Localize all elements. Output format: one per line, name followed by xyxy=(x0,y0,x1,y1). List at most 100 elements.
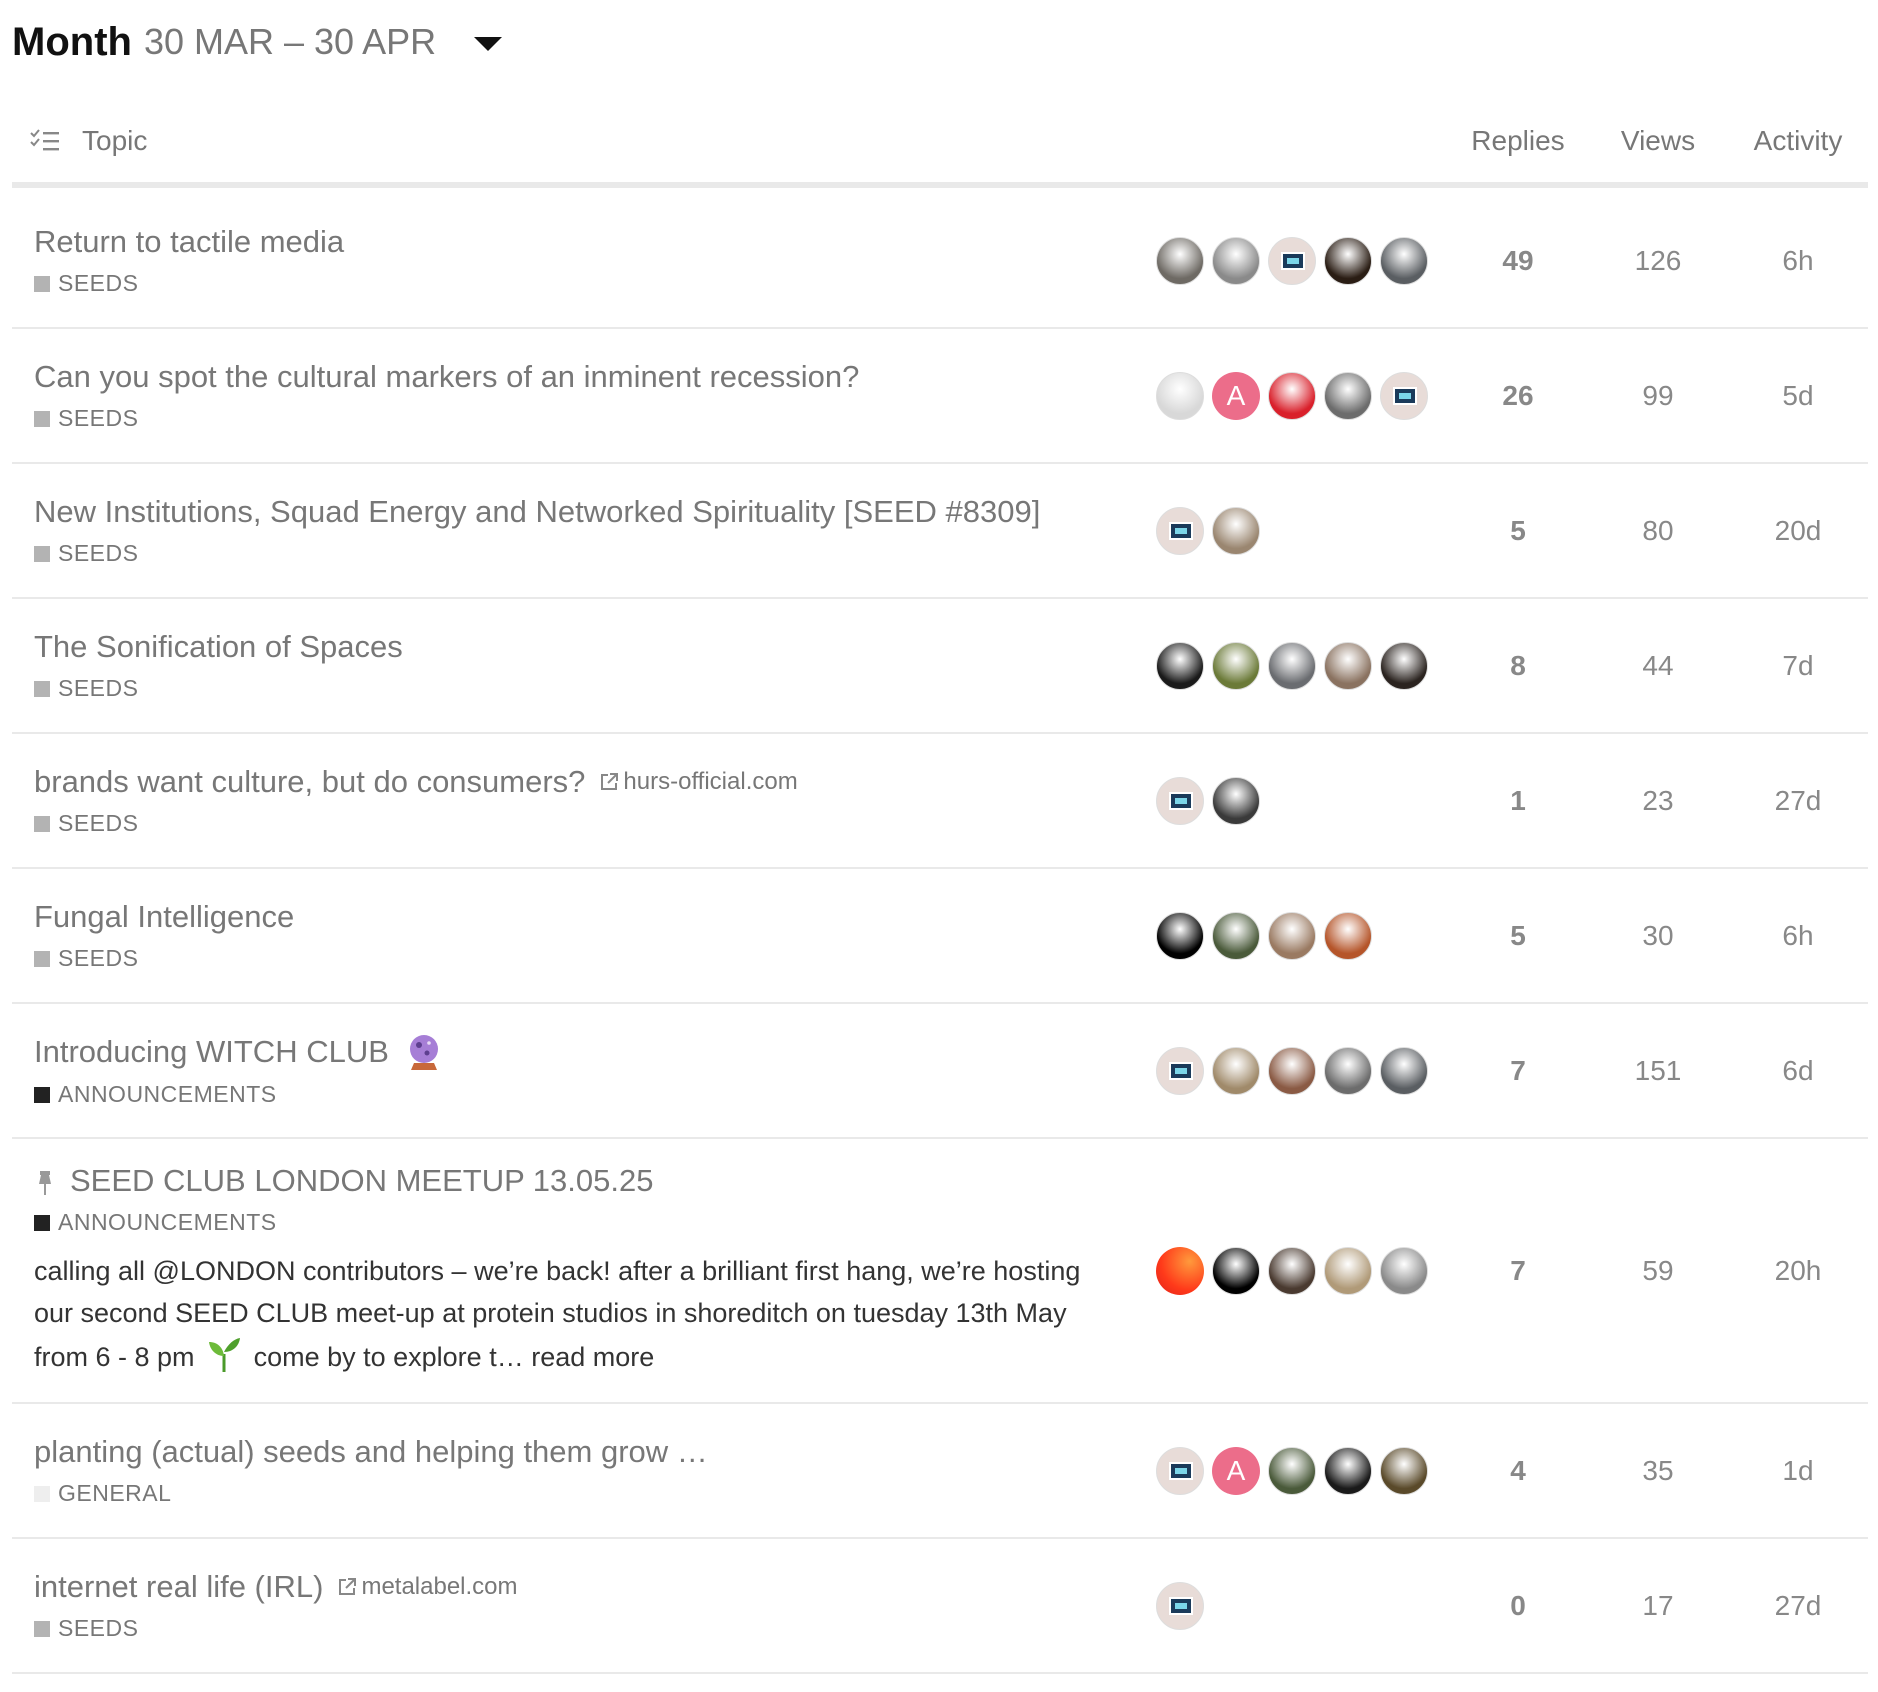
topic-list-page: Month 30 MAR – 30 APR Topic Replies View… xyxy=(0,0,1878,1692)
avatar[interactable] xyxy=(1156,371,1204,420)
topic-title-link[interactable]: SEED CLUB LONDON MEETUP 13.05.25 xyxy=(70,1163,653,1199)
topic-main: The Sonification of Spaces SEEDS xyxy=(12,629,1148,702)
category-name: SEEDS xyxy=(58,675,139,701)
replies-column-header[interactable]: Replies xyxy=(1448,125,1588,157)
avatar[interactable] xyxy=(1212,641,1260,690)
avatar[interactable] xyxy=(1156,1046,1204,1095)
topic-title-link[interactable]: internet real life (IRL) xyxy=(34,1569,323,1605)
topic-title-link[interactable]: Can you spot the cultural markers of an … xyxy=(34,359,859,395)
avatar[interactable] xyxy=(1324,641,1372,690)
topic-title-link[interactable]: Return to tactile media xyxy=(34,224,344,260)
bulk-select-icon[interactable] xyxy=(30,129,62,153)
topic-main: planting (actual) seeds and helping them… xyxy=(12,1434,1148,1507)
avatar[interactable] xyxy=(1324,911,1372,960)
avatar[interactable] xyxy=(1156,236,1204,285)
avatar[interactable] xyxy=(1156,1446,1204,1495)
avatar[interactable] xyxy=(1212,236,1260,285)
avatar[interactable] xyxy=(1156,1246,1204,1295)
avatar[interactable] xyxy=(1324,236,1372,285)
avatar[interactable] xyxy=(1324,1446,1372,1495)
views-count: 44 xyxy=(1642,649,1674,681)
topic-title-link[interactable]: brands want culture, but do consumers? xyxy=(34,764,585,800)
avatar[interactable] xyxy=(1156,1581,1204,1630)
avatar[interactable] xyxy=(1380,1246,1428,1295)
avatar[interactable] xyxy=(1212,1246,1260,1295)
topic-row[interactable]: Can you spot the cultural markers of an … xyxy=(12,329,1868,464)
external-link[interactable]: metalabel.com xyxy=(337,1573,518,1601)
topic-row[interactable]: SEED CLUB LONDON MEETUP 13.05.25 ANNOUNCE… xyxy=(12,1139,1868,1404)
activity-age[interactable]: 20d xyxy=(1728,515,1868,547)
external-link[interactable]: hurs-official.com xyxy=(599,768,798,796)
topic-title-link[interactable]: planting (actual) seeds and helping them… xyxy=(34,1434,708,1470)
category-badge[interactable]: ANNOUNCEMENTS xyxy=(34,1081,1148,1108)
avatar[interactable] xyxy=(1380,641,1428,690)
topic-row[interactable]: The Sonification of Spaces SEEDS 8 44 7d xyxy=(12,599,1868,734)
avatar[interactable] xyxy=(1380,1046,1428,1095)
topic-row[interactable]: Fungal Intelligence SEEDS 5 30 6h xyxy=(12,869,1868,1004)
topic-row[interactable]: Introducing WITCH CLUB ANNOUNCEMENTS 7 151 6… xyxy=(12,1004,1868,1139)
avatar[interactable] xyxy=(1380,1446,1428,1495)
avatar[interactable] xyxy=(1324,1246,1372,1295)
topic-column-header[interactable]: Topic xyxy=(12,125,1448,157)
topic-title-link[interactable]: Fungal Intelligence xyxy=(34,899,294,935)
activity-age[interactable]: 6h xyxy=(1728,245,1868,277)
avatar[interactable] xyxy=(1156,506,1204,555)
avatar[interactable] xyxy=(1324,1046,1372,1095)
topic-title-link[interactable]: Introducing WITCH CLUB xyxy=(34,1034,389,1070)
avatar[interactable]: A xyxy=(1212,1446,1260,1495)
topic-main: internet real life (IRL) metalabel.com SEE… xyxy=(12,1569,1148,1642)
topic-title-link[interactable]: New Institutions, Squad Energy and Netwo… xyxy=(34,494,1040,530)
topic-row[interactable]: planting (actual) seeds and helping them… xyxy=(12,1404,1868,1539)
avatar[interactable] xyxy=(1268,641,1316,690)
avatar[interactable] xyxy=(1268,236,1316,285)
activity-column-header[interactable]: Activity xyxy=(1728,125,1868,157)
period-selector[interactable]: Month 30 MAR – 30 APR xyxy=(12,12,503,72)
category-badge[interactable]: SEEDS xyxy=(34,675,1148,702)
topic-title-line: New Institutions, Squad Energy and Netwo… xyxy=(34,494,1148,530)
caret-down-icon[interactable] xyxy=(474,37,503,51)
avatar[interactable] xyxy=(1156,641,1204,690)
avatar[interactable] xyxy=(1268,911,1316,960)
avatar[interactable] xyxy=(1380,236,1428,285)
activity-age[interactable]: 27d xyxy=(1728,1590,1868,1622)
topic-main: Introducing WITCH CLUB ANNOUNCEMENTS xyxy=(12,1033,1148,1108)
avatar[interactable] xyxy=(1212,1046,1260,1095)
views-column-header[interactable]: Views xyxy=(1588,125,1728,157)
avatar[interactable]: A xyxy=(1212,371,1260,420)
topic-row[interactable]: Return to tactile media SEEDS 49 126 6h xyxy=(12,194,1868,329)
topic-title-line: Return to tactile media xyxy=(34,224,1148,260)
views-count: 99 xyxy=(1642,379,1674,411)
avatar[interactable] xyxy=(1212,911,1260,960)
activity-age[interactable]: 20h xyxy=(1728,1255,1868,1287)
category-badge[interactable]: SEEDS xyxy=(34,405,1148,432)
topic-title-link[interactable]: The Sonification of Spaces xyxy=(34,629,403,665)
topic-row[interactable]: brands want culture, but do consumers? hu… xyxy=(12,734,1868,869)
activity-age[interactable]: 6h xyxy=(1728,920,1868,952)
topic-title-line: Introducing WITCH CLUB xyxy=(34,1033,1148,1071)
avatar[interactable] xyxy=(1268,1046,1316,1095)
topic-row[interactable]: internet real life (IRL) metalabel.com SEE… xyxy=(12,1539,1868,1674)
read-more-link[interactable]: read more xyxy=(531,1342,654,1372)
avatar[interactable] xyxy=(1268,1246,1316,1295)
activity-age[interactable]: 7d xyxy=(1728,650,1868,682)
avatar[interactable] xyxy=(1380,371,1428,420)
activity-age[interactable]: 5d xyxy=(1728,380,1868,412)
avatar[interactable] xyxy=(1156,911,1204,960)
avatar[interactable] xyxy=(1156,776,1204,825)
avatar[interactable] xyxy=(1324,371,1372,420)
activity-age[interactable]: 6d xyxy=(1728,1055,1868,1087)
topic-row[interactable]: New Institutions, Squad Energy and Netwo… xyxy=(12,464,1868,599)
category-badge[interactable]: SEEDS xyxy=(34,810,1148,837)
avatar[interactable] xyxy=(1212,776,1260,825)
category-badge[interactable]: SEEDS xyxy=(34,540,1148,567)
category-badge[interactable]: SEEDS xyxy=(34,1615,1148,1642)
category-badge[interactable]: SEEDS xyxy=(34,270,1148,297)
category-badge[interactable]: ANNOUNCEMENTS xyxy=(34,1209,1148,1236)
avatar[interactable] xyxy=(1268,1446,1316,1495)
category-badge[interactable]: GENERAL xyxy=(34,1480,1148,1507)
activity-age[interactable]: 27d xyxy=(1728,785,1868,817)
activity-age[interactable]: 1d xyxy=(1728,1455,1868,1487)
avatar[interactable] xyxy=(1212,506,1260,555)
category-badge[interactable]: SEEDS xyxy=(34,945,1148,972)
avatar[interactable] xyxy=(1268,371,1316,420)
